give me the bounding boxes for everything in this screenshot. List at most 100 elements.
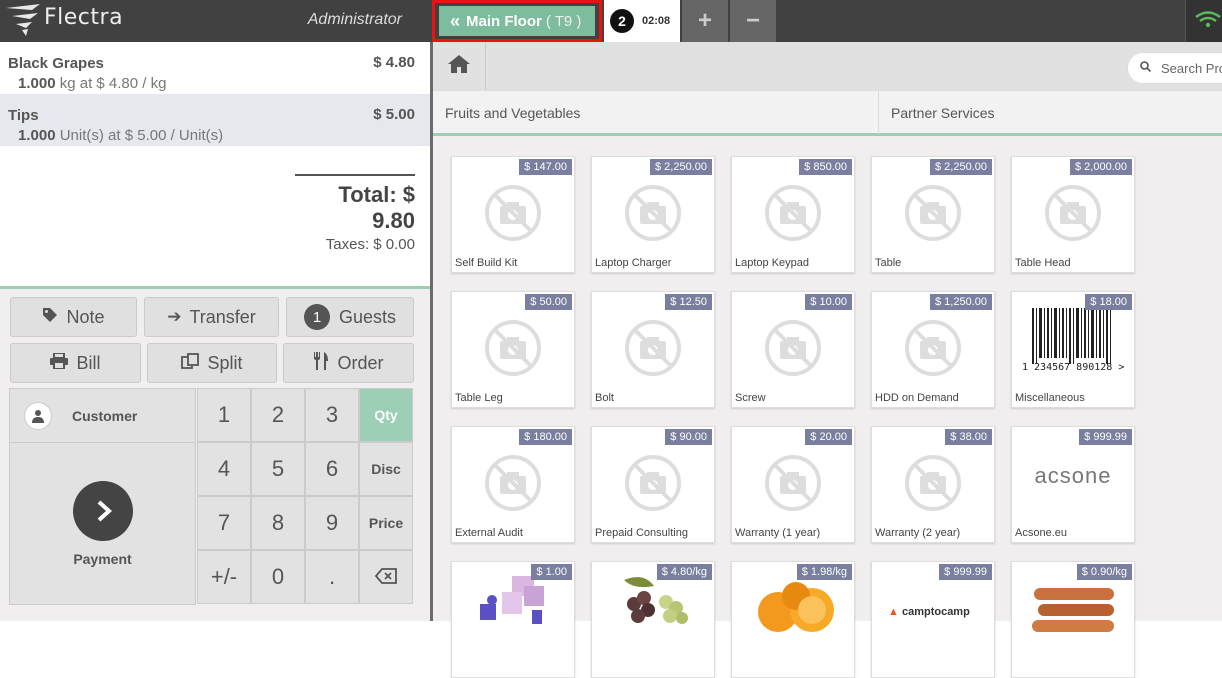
logo-text: Flectra	[44, 5, 124, 30]
guests-count-badge: 1	[303, 304, 330, 330]
product-name: Laptop Keypad	[735, 257, 810, 269]
product-screen: Search Products Fruits and Vegetables Pa…	[433, 42, 1222, 678]
orderline-info: 1.000 Unit(s) at $ 5.00 / Unit(s)	[18, 127, 415, 144]
product-card[interactable]: $ 0.90/kg	[1011, 561, 1135, 678]
camptocamp-logo-text: camptocamp	[901, 606, 970, 618]
no-image-camera-icon	[905, 455, 961, 511]
product-card[interactable]: $ 850.00 Laptop Keypad	[731, 156, 855, 273]
product-card[interactable]: $ 38.00 Warranty (2 year)	[871, 426, 995, 543]
split-button[interactable]: Split	[147, 343, 277, 383]
mode-qty-button[interactable]: Qty	[359, 388, 413, 442]
orderline-qty: 1.000	[18, 75, 56, 92]
product-card[interactable]: $ 4.80/kg	[591, 561, 715, 678]
order-button[interactable]: Order	[283, 343, 414, 383]
order-tab[interactable]: 2 02:08	[604, 0, 680, 42]
product-name: Miscellaneous	[1015, 392, 1085, 404]
order-taxes: Taxes: $ 0.00	[325, 236, 415, 253]
product-card[interactable]: $ 50.00 Table Leg	[451, 291, 575, 408]
search-box[interactable]: Search Products	[1127, 52, 1222, 84]
tag-icon	[42, 307, 58, 328]
note-button[interactable]: Note	[10, 297, 137, 337]
product-price-tag: $ 0.90/kg	[1076, 564, 1132, 580]
split-label: Split	[207, 352, 243, 373]
grapes-image	[624, 577, 688, 624]
user-icon	[24, 401, 52, 430]
product-card[interactable]: $ 20.00 Warranty (1 year)	[731, 426, 855, 543]
numpad-key-8[interactable]: 8	[251, 496, 305, 550]
set-customer-button[interactable]: Customer	[10, 389, 195, 443]
numpad-key-3[interactable]: 3	[305, 388, 359, 442]
orderline-info: 1.000 kg at $ 4.80 / kg	[18, 75, 415, 92]
no-image-camera-icon	[485, 320, 541, 376]
home-category-button[interactable]	[433, 42, 486, 90]
floor-label: Main Floor	[466, 12, 542, 30]
numpad-key-9[interactable]: 9	[305, 496, 359, 550]
product-name: Prepaid Consulting	[595, 527, 688, 539]
product-price-tag: $ 147.00	[519, 159, 572, 175]
category-partner-services[interactable]: Partner Services	[878, 91, 1222, 134]
product-card[interactable]: $ 10.00 Screw	[731, 291, 855, 408]
acsone-logo: acsone	[1034, 463, 1112, 488]
product-price-tag: $ 2,250.00	[930, 159, 992, 175]
cutlery-icon	[313, 351, 329, 375]
orderline-qty: 1.000	[18, 127, 56, 144]
product-card[interactable]: $ 2,250.00 Table	[871, 156, 995, 273]
numpad-key-0[interactable]: 0	[251, 550, 305, 604]
floor-button[interactable]: « Main Floor ( T9 )	[432, 0, 602, 42]
no-image-camera-icon	[765, 455, 821, 511]
username[interactable]: Administrator	[290, 11, 402, 29]
numpad-key-dot[interactable]: .	[305, 550, 359, 604]
backspace-button[interactable]	[359, 550, 413, 604]
orderline-unit-info: kg at $ 4.80 / kg	[59, 75, 167, 92]
product-card[interactable]: $ 12.50 Bolt	[591, 291, 715, 408]
product-card[interactable]: $ 2,000.00 Table Head	[1011, 156, 1135, 273]
payment-label: Payment	[73, 551, 132, 567]
product-card[interactable]: $ 147.00 Self Build Kit	[451, 156, 575, 273]
add-order-button[interactable]: +	[682, 0, 728, 42]
remove-order-button[interactable]: −	[730, 0, 776, 42]
orderline-selected[interactable]: Tips $ 5.00 1.000 Unit(s) at $ 5.00 / Un…	[0, 94, 430, 146]
product-card[interactable]: $ 1.00	[451, 561, 575, 678]
numpad-key-plusminus[interactable]: +/-	[197, 550, 251, 604]
barcode-image	[1032, 308, 1111, 364]
bill-button[interactable]: Bill	[10, 343, 141, 383]
product-card[interactable]: acsone $ 999.99 Acsone.eu	[1011, 426, 1135, 543]
numpad-key-2[interactable]: 2	[251, 388, 305, 442]
product-card[interactable]: $ 2,250.00 Laptop Charger	[591, 156, 715, 273]
carrots-image	[1032, 588, 1114, 632]
category-fruits-vegetables[interactable]: Fruits and Vegetables	[433, 91, 878, 134]
no-image-camera-icon	[1045, 185, 1101, 241]
no-image-camera-icon	[625, 455, 681, 511]
product-card[interactable]: ▲ camptocamp $ 999.99	[871, 561, 995, 678]
product-price-tag: $ 180.00	[519, 429, 572, 445]
payment-button[interactable]: Payment	[10, 443, 195, 604]
orderline[interactable]: Black Grapes $ 4.80 1.000 kg at $ 4.80 /…	[0, 42, 430, 94]
no-image-camera-icon	[625, 185, 681, 241]
camptocamp-logo: ▲ camptocamp	[888, 606, 970, 618]
barcode-number: 1 234567 890128 >	[1022, 362, 1125, 373]
mode-price-button[interactable]: Price	[359, 496, 413, 550]
floor-button-inner[interactable]: « Main Floor ( T9 )	[439, 6, 595, 36]
guests-button[interactable]: 1 Guests	[286, 297, 414, 337]
numpad-key-4[interactable]: 4	[197, 442, 251, 496]
product-card[interactable]: $ 1,250.00 HDD on Demand	[871, 291, 995, 408]
product-card[interactable]: $ 180.00 External Audit	[451, 426, 575, 543]
product-card[interactable]: $ 90.00 Prepaid Consulting	[591, 426, 715, 543]
numpad-key-5[interactable]: 5	[251, 442, 305, 496]
numpad-key-6[interactable]: 6	[305, 442, 359, 496]
product-price-tag: $ 20.00	[805, 429, 852, 445]
transfer-button[interactable]: ➔ Transfer	[144, 297, 279, 337]
order-total: Total: $ 9.80	[338, 182, 415, 233]
numpad-key-1[interactable]: 1	[197, 388, 251, 442]
product-card[interactable]: 1 234567 890128 > $ 18.00 Miscellaneous	[1011, 291, 1135, 408]
product-price-tag: $ 12.50	[665, 294, 712, 310]
flectra-logo: Flectra	[0, 0, 140, 42]
search-input[interactable]: Search Products	[1161, 61, 1222, 76]
mode-disc-button[interactable]: Disc	[359, 442, 413, 496]
double-chevron-left-icon: «	[450, 10, 461, 31]
note-label: Note	[66, 306, 105, 327]
numpad-key-7[interactable]: 7	[197, 496, 251, 550]
product-card[interactable]: $ 1.98/kg	[731, 561, 855, 678]
product-price-tag: $ 999.99	[939, 564, 992, 580]
product-price-tag: $ 2,000.00	[1070, 159, 1132, 175]
